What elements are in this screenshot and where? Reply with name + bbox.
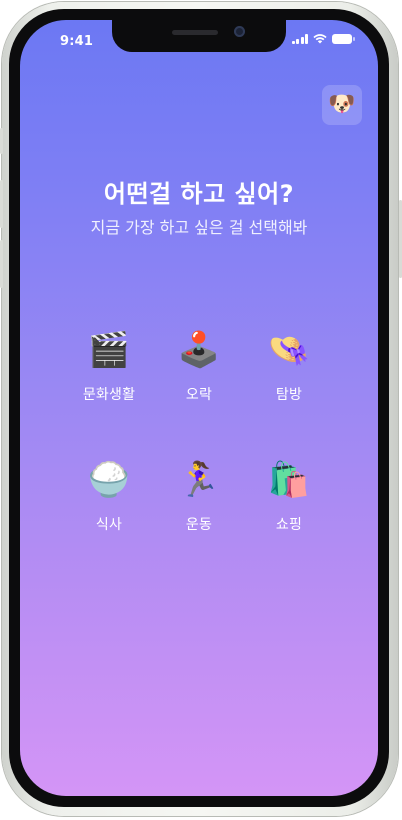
clapper-board-icon: 🎬 bbox=[87, 330, 131, 370]
shopping-bags-icon: 🛍️ bbox=[267, 460, 311, 500]
app-screen: 9:41 🐶 어떤걸 하고 싶어? 지금 가장 하고 싶은 걸 선택해봐 🎬 문… bbox=[20, 20, 378, 796]
category-shopping[interactable]: 🛍️ 쇼핑 bbox=[244, 458, 334, 534]
status-time: 9:41 bbox=[60, 34, 94, 49]
dog-face-icon: 🐶 bbox=[328, 92, 356, 117]
category-label: 문화생활 bbox=[82, 387, 136, 403]
category-exercise[interactable]: 🏃‍♀️ 운동 bbox=[154, 458, 244, 534]
category-label: 식사 bbox=[95, 517, 123, 533]
category-entertainment[interactable]: 🕹️ 오락 bbox=[154, 328, 244, 404]
rice-bowl-icon: 🍚 bbox=[87, 460, 131, 500]
category-meal[interactable]: 🍚 식사 bbox=[64, 458, 154, 534]
category-culture[interactable]: 🎬 문화생활 bbox=[64, 328, 154, 404]
device-mockup: 9:41 🐶 어떤걸 하고 싶어? 지금 가장 하고 싶은 걸 선택해봐 🎬 문… bbox=[0, 0, 402, 820]
page-title: 어떤걸 하고 싶어? bbox=[103, 180, 295, 208]
category-label: 운동 bbox=[185, 517, 213, 533]
profile-avatar-button[interactable]: 🐶 bbox=[322, 85, 362, 125]
category-label: 탐방 bbox=[275, 387, 303, 403]
sun-hat-icon: 👒 bbox=[267, 330, 311, 370]
battery-icon bbox=[332, 34, 355, 44]
volume-up-button bbox=[0, 180, 3, 228]
speaker-grille bbox=[172, 30, 218, 35]
category-label: 오락 bbox=[185, 387, 213, 403]
volume-down-button bbox=[0, 240, 3, 288]
category-exploration[interactable]: 👒 탐방 bbox=[244, 328, 334, 404]
running-person-icon: 🏃‍♀️ bbox=[177, 460, 221, 500]
cellular-signal-icon bbox=[291, 34, 308, 44]
joystick-icon: 🕹️ bbox=[177, 330, 221, 370]
notch bbox=[112, 20, 286, 52]
wifi-icon bbox=[313, 34, 327, 44]
page-subtitle: 지금 가장 하고 싶은 걸 선택해봐 bbox=[90, 218, 308, 237]
category-grid: 🎬 문화생활 🕹️ 오락 👒 탐방 🍚 식사 🏃‍♀️ 운동 🛍️ 쇼핑 bbox=[64, 328, 332, 534]
mute-switch bbox=[0, 128, 3, 154]
category-label: 쇼핑 bbox=[275, 517, 303, 533]
front-camera-icon bbox=[234, 26, 245, 37]
status-indicators bbox=[291, 34, 355, 44]
